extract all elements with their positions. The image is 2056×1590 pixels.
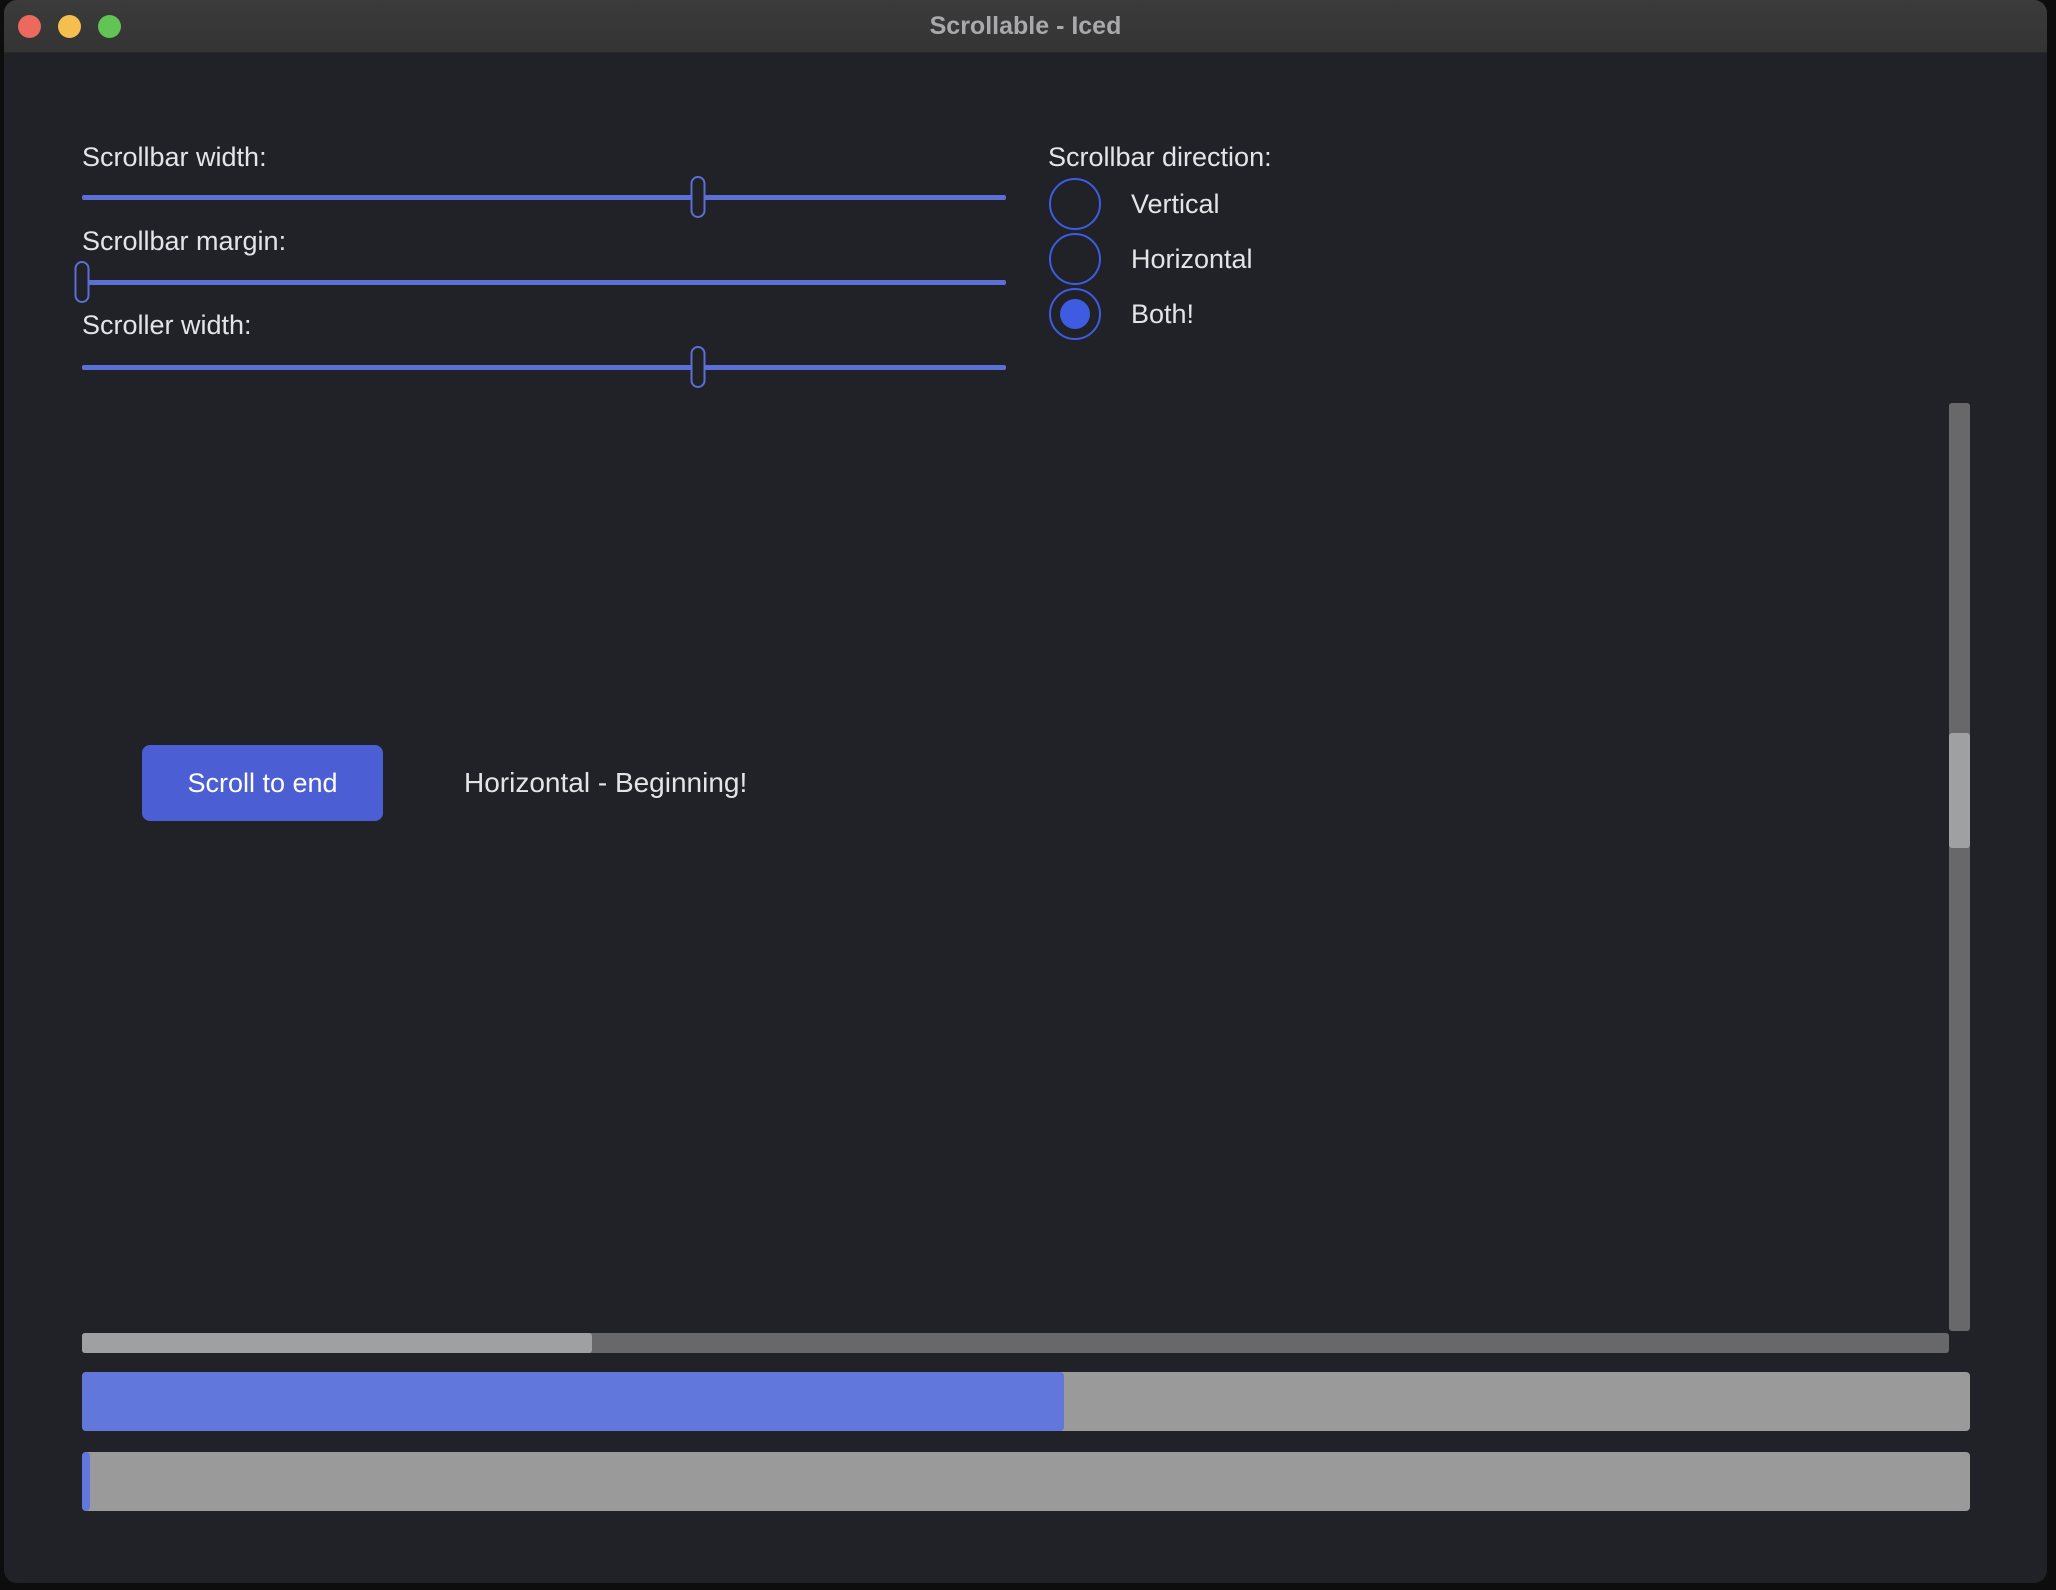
- slider-handle[interactable]: [691, 346, 706, 388]
- scrollbar-width-slider[interactable]: [82, 176, 1006, 218]
- vertical-progress-bar: [82, 1452, 1970, 1511]
- slider-rail[interactable]: [82, 195, 1006, 200]
- scrollbar-width-label: Scrollbar width:: [82, 140, 267, 174]
- slider-handle[interactable]: [691, 176, 706, 218]
- screen: Scrollable - Iced Scrollbar width: Scrol…: [0, 0, 2056, 1590]
- radio-icon[interactable]: [1049, 233, 1101, 285]
- slider-handle[interactable]: [75, 261, 90, 303]
- scroller-width-label: Scroller width:: [82, 308, 252, 342]
- radio-both[interactable]: Both!: [1049, 288, 1194, 340]
- radio-vertical[interactable]: Vertical: [1049, 178, 1220, 230]
- slider-rail[interactable]: [82, 280, 1006, 285]
- vertical-scrollbar-thumb[interactable]: [1949, 733, 1970, 847]
- horizontal-scrollbar-thumb[interactable]: [82, 1333, 592, 1353]
- radio-icon[interactable]: [1049, 288, 1101, 340]
- radio-horizontal[interactable]: Horizontal: [1049, 233, 1253, 285]
- radio-both-label: Both!: [1131, 299, 1194, 330]
- scroll-status-text: Horizontal - Beginning!: [464, 745, 747, 821]
- scrollbar-margin-label: Scrollbar margin:: [82, 224, 286, 258]
- scrollbar-direction-label: Scrollbar direction:: [1048, 140, 1272, 174]
- titlebar: Scrollable - Iced: [4, 0, 2047, 53]
- scroller-width-slider[interactable]: [82, 346, 1006, 388]
- radio-vertical-label: Vertical: [1131, 189, 1220, 220]
- window-title: Scrollable - Iced: [4, 0, 2047, 53]
- horizontal-scrollbar-track[interactable]: [82, 1333, 1949, 1353]
- radio-horizontal-label: Horizontal: [1131, 244, 1253, 275]
- vertical-scrollbar-track[interactable]: [1949, 403, 1970, 1331]
- slider-rail[interactable]: [82, 365, 1006, 370]
- progress-fill: [82, 1372, 1064, 1431]
- radio-icon[interactable]: [1049, 178, 1101, 230]
- scrollbar-margin-slider[interactable]: [82, 261, 1006, 303]
- horizontal-progress-bar: [82, 1372, 1970, 1431]
- progress-fill: [82, 1452, 90, 1511]
- app-window: Scrollable - Iced Scrollbar width: Scrol…: [4, 0, 2047, 1583]
- radio-dot-icon: [1060, 299, 1090, 329]
- scroll-to-end-button[interactable]: Scroll to end: [142, 745, 383, 821]
